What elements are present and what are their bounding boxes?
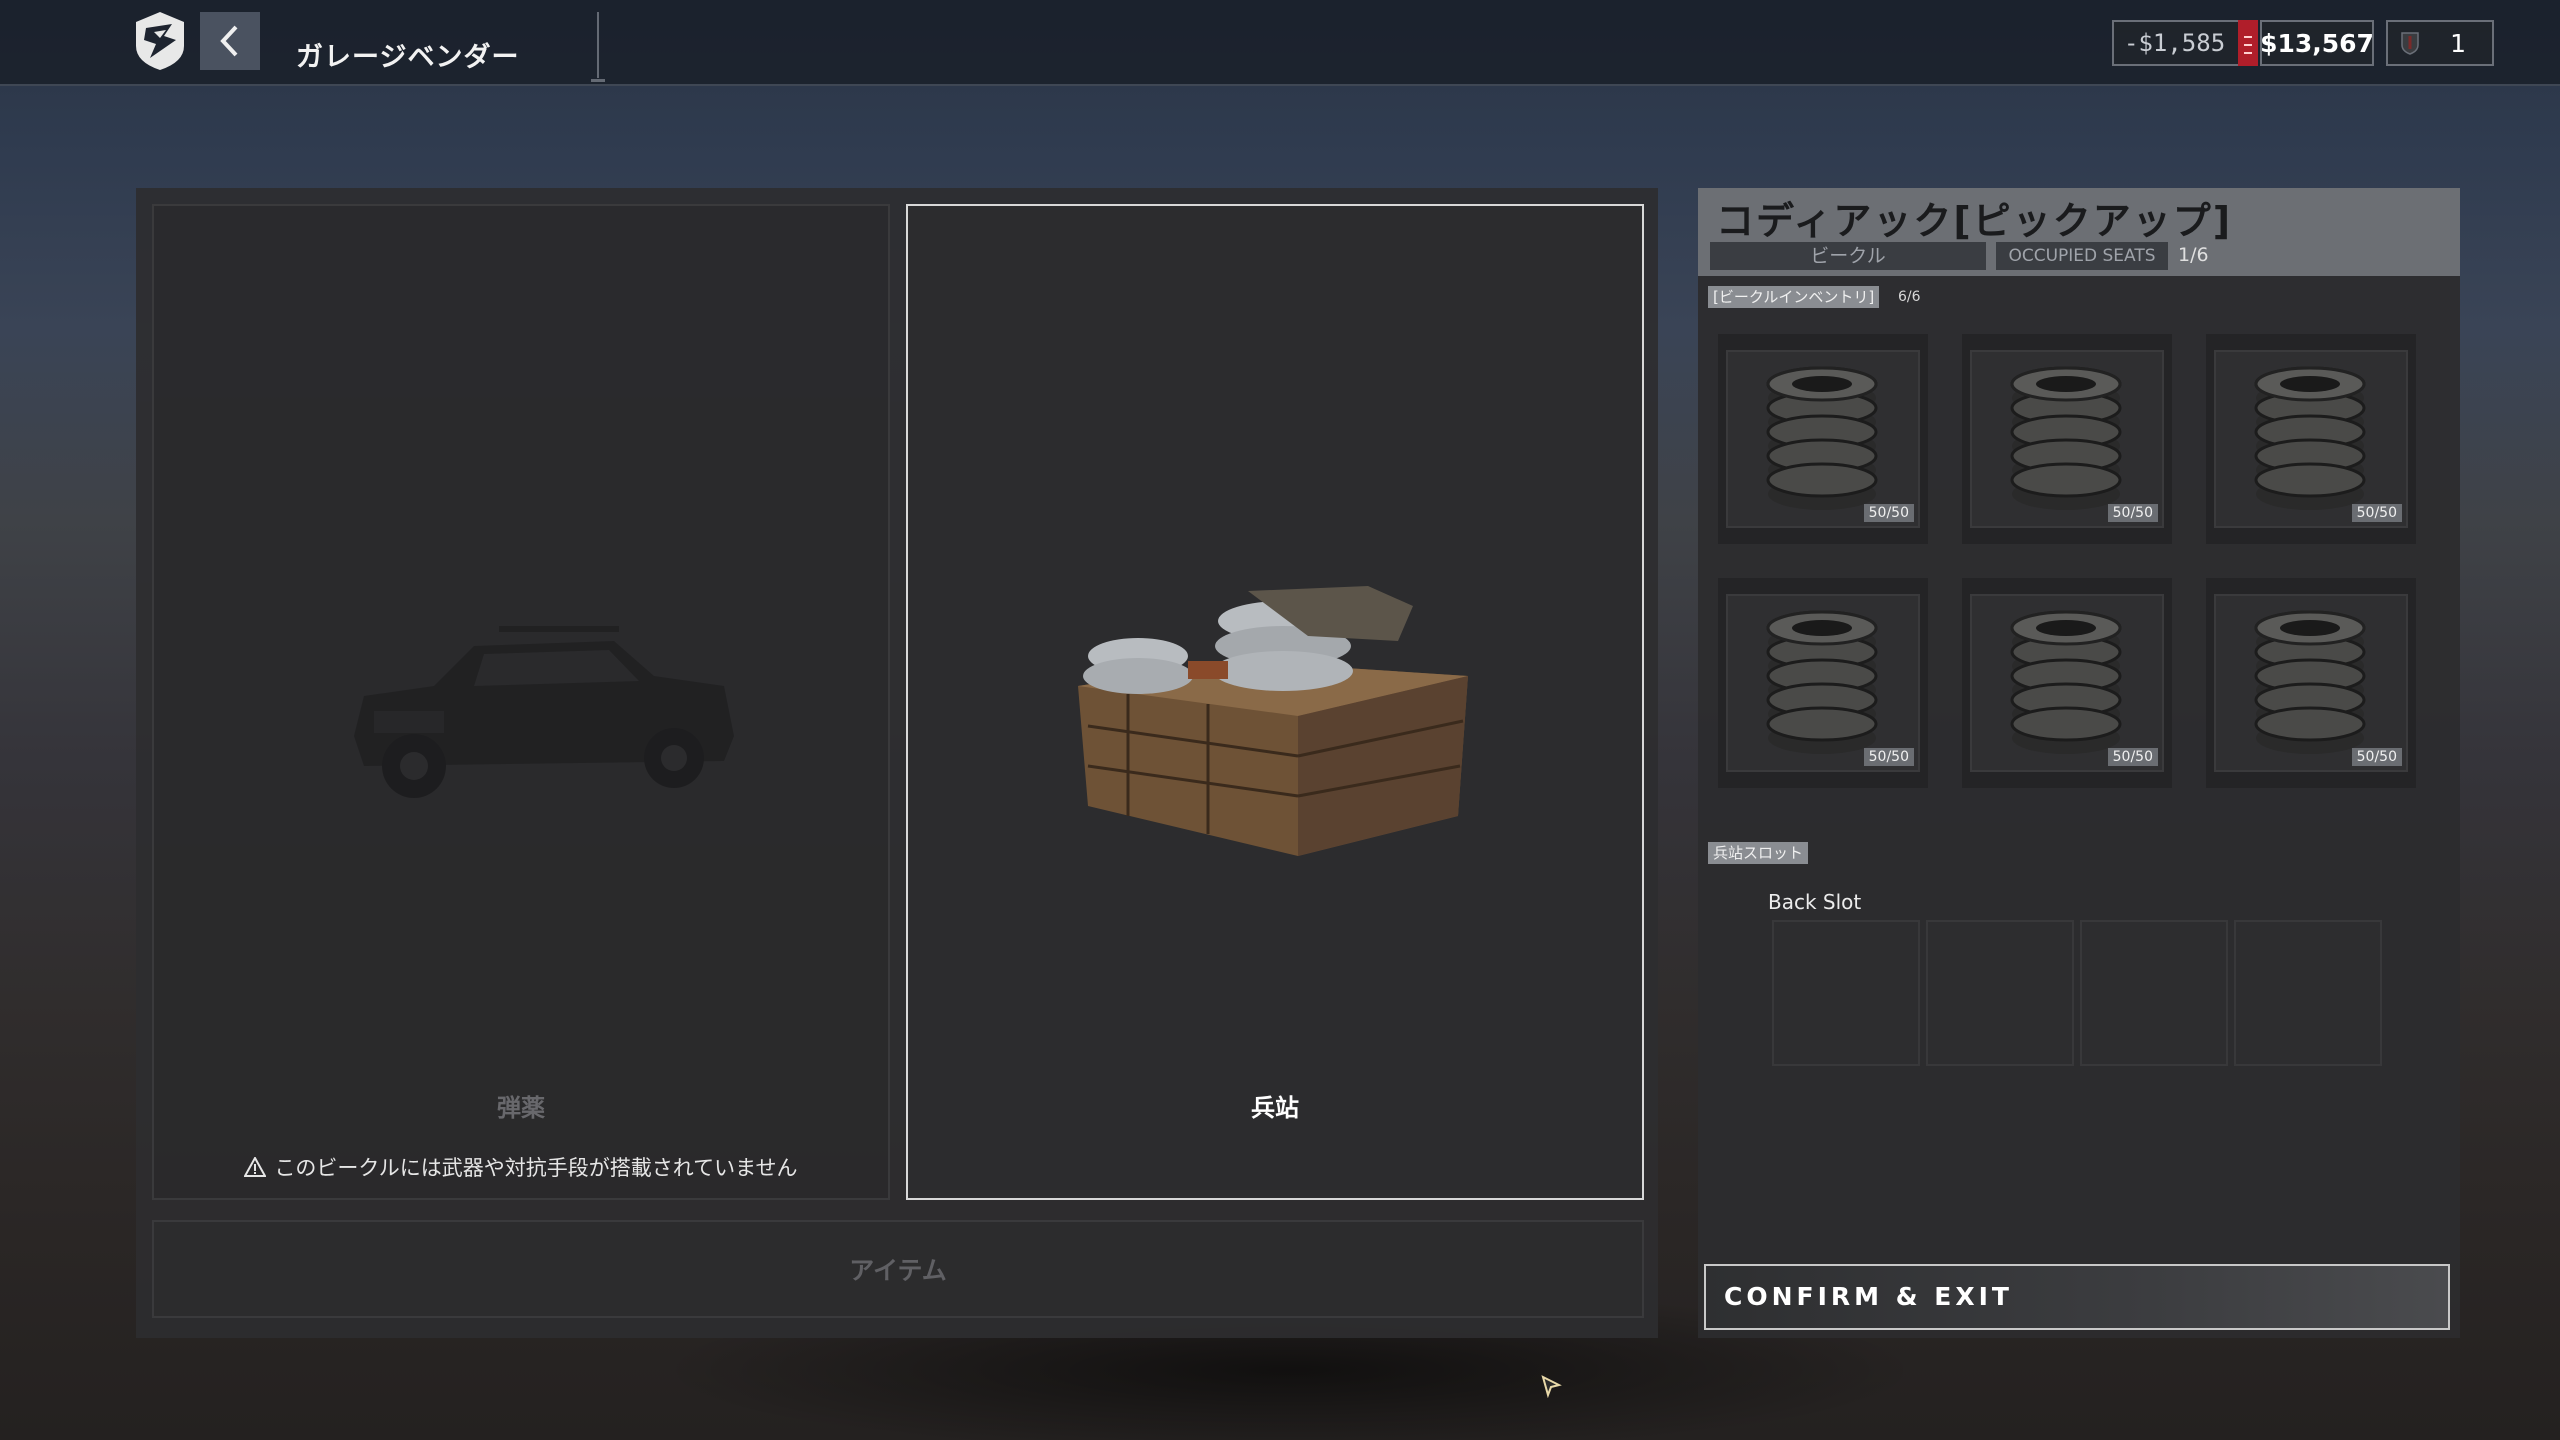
logistics-slot-tag: 兵站スロット: [1708, 842, 1809, 864]
warning-icon: [244, 1157, 267, 1177]
inventory-slot[interactable]: 50/50: [1726, 594, 1920, 772]
slot-quantity: 50/50: [2351, 748, 2402, 766]
vehicle-inventory-count: 6/6: [1898, 289, 1921, 305]
vehicle-header: コディアック[ピックアップ] ビークル OCCUPIED SEATS 1/6: [1698, 188, 2460, 276]
tire-stack-icon: [1766, 366, 1878, 510]
inventory-slot[interactable]: 50/50: [2214, 594, 2408, 772]
logistics-label: 兵站: [1251, 1094, 1299, 1122]
chevron-left-icon: [220, 25, 238, 57]
pending-cost-display: -$1,585: [2112, 20, 2258, 66]
mouse-cursor-icon: [1541, 1375, 1562, 1398]
occupied-seats-value: 1/6: [2178, 244, 2209, 266]
ammo-label: 弾薬: [497, 1094, 545, 1122]
back-slot-3[interactable]: [2080, 920, 2228, 1066]
vehicle-panel: コディアック[ピックアップ] ビークル OCCUPIED SEATS 1/6 […: [1698, 188, 2460, 1338]
pending-cost-value: -$1,585: [2124, 29, 2226, 57]
top-bar: ガレージベンダー -$1,585 $13,567 1: [0, 0, 2560, 86]
logistics-card[interactable]: 兵站: [906, 204, 1644, 1200]
ammo-card: 弾薬 このビークルには武器や対抗手段が搭載されていません: [152, 204, 890, 1200]
page-title: ガレージベンダー: [296, 42, 520, 73]
occupied-seats-label: OCCUPIED SEATS: [1996, 242, 2168, 270]
slot-quantity: 50/50: [2107, 504, 2158, 522]
back-slot-label: Back Slot: [1768, 890, 1862, 914]
slot-quantity: 50/50: [1863, 504, 1914, 522]
tire-stack-icon: [2010, 366, 2122, 510]
back-slot-2[interactable]: [1926, 920, 2074, 1066]
tire-stack-icon: [2254, 366, 2366, 510]
balance-value: $13,567: [2260, 28, 2374, 58]
slot-quantity: 50/50: [1863, 748, 1914, 766]
token-count: 1: [2450, 28, 2466, 58]
title-divider: [591, 12, 605, 82]
balance-display: $13,567: [2260, 20, 2374, 66]
confirm-exit-button[interactable]: CONFIRM & EXIT: [1704, 1264, 2450, 1330]
warning-text: このビークルには武器や対抗手段が搭載されていません: [274, 1156, 798, 1180]
pickup-truck-image: [354, 626, 734, 798]
inventory-slot[interactable]: 50/50: [2214, 350, 2408, 528]
slot-quantity: 50/50: [2351, 504, 2402, 522]
back-button[interactable]: [200, 12, 260, 70]
cost-down-indicator-icon: [2238, 20, 2258, 66]
inventory-slot[interactable]: 50/50: [1970, 594, 2164, 772]
items-tab[interactable]: アイテム: [152, 1220, 1644, 1318]
inventory-slot[interactable]: 50/50: [1726, 350, 1920, 528]
back-slot-4[interactable]: [2234, 920, 2382, 1066]
tire-stack-icon: [1766, 610, 1878, 754]
token-display: 1: [2386, 20, 2494, 66]
vehicle-name: コディアック[ピックアップ]: [1716, 199, 2233, 243]
game-logo-icon: [134, 10, 186, 72]
inventory-slot[interactable]: 50/50: [1970, 350, 2164, 528]
back-slot-1[interactable]: [1772, 920, 1920, 1066]
tire-stack-icon: [2254, 610, 2366, 754]
shield-icon: [2401, 32, 2419, 55]
category-panel: 弾薬 このビークルには武器や対抗手段が搭載されていません 兵站 アイテム: [136, 188, 1658, 1338]
items-label: アイテム: [849, 1256, 947, 1285]
slot-quantity: 50/50: [2107, 748, 2158, 766]
supply-crate-image: [1078, 586, 1468, 856]
vehicle-inventory-tag: [ビークルインベントリ]: [1708, 286, 1880, 308]
vehicle-type: ビークル: [1710, 242, 1986, 270]
no-weapons-warning: このビークルには武器や対抗手段が搭載されていません: [154, 1152, 888, 1182]
tire-stack-icon: [2010, 610, 2122, 754]
